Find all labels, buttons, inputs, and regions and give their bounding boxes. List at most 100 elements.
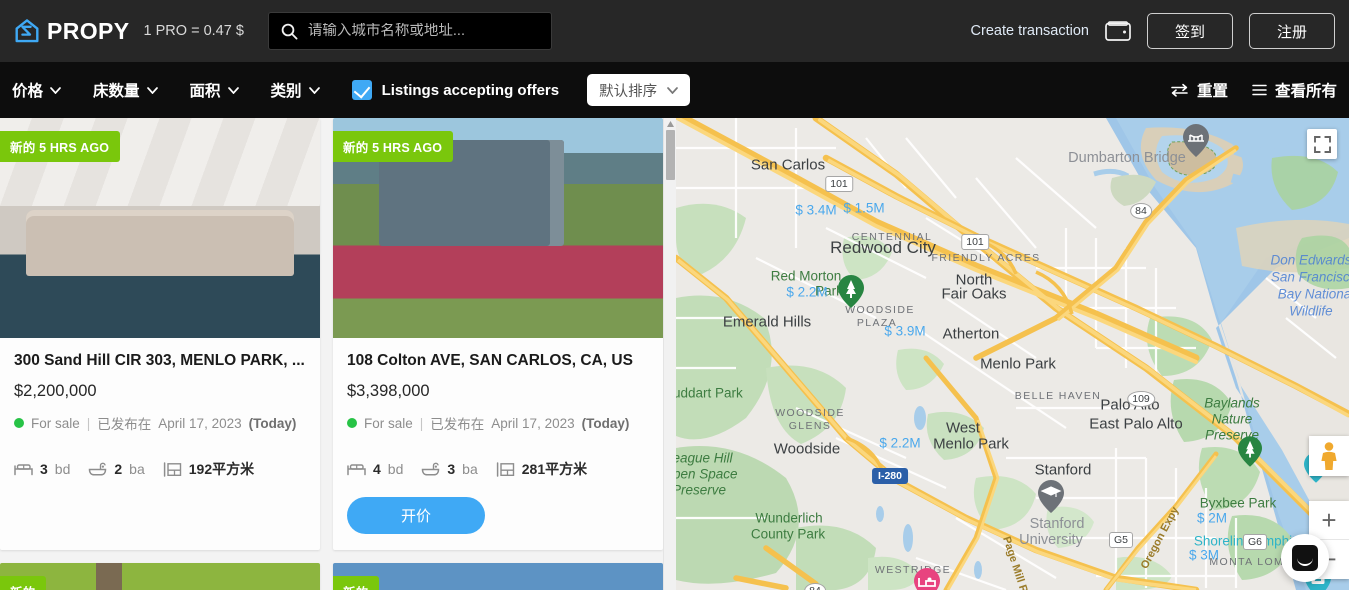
listings-grid: 新的 5 HRS AGO 300 Sand Hill CIR 303, MENL… <box>0 118 663 590</box>
list-item[interactable]: 新的 <box>0 563 320 590</box>
listing-specs: 3 bd 2 ba 192平方米 <box>14 459 306 479</box>
spec-beds: 4 bd <box>347 461 403 477</box>
spec-area: 281平方米 <box>496 459 587 479</box>
filter-beds[interactable]: 床数量 <box>93 79 158 101</box>
wallet-icon[interactable] <box>1105 20 1131 42</box>
logo-text: PROPY <box>47 17 130 44</box>
pro-rate: 1 PRO = 0.47 $ <box>143 23 244 39</box>
posted-today: (Today) <box>248 415 297 431</box>
bed-icon <box>14 464 33 476</box>
listing-photo[interactable]: 新的 <box>333 563 663 590</box>
view-all-button[interactable]: 查看所有 <box>1252 79 1337 101</box>
status-badge: 新的 <box>0 576 47 590</box>
filter-category-label: 类别 <box>270 83 302 100</box>
accepting-offers-label: Listings accepting offers <box>381 81 560 99</box>
house-logo-icon <box>15 19 39 43</box>
posted-date: April 17, 2023 <box>491 415 575 431</box>
list-item[interactable]: 新的 5 HRS AGO 300 Sand Hill CIR 303, MENL… <box>0 118 320 550</box>
listing-specs: 4 bd 3 ba 281平方米 <box>347 459 649 479</box>
posted-prefix: 已发布在 <box>97 417 152 432</box>
spec-baths: 3 ba <box>421 461 478 477</box>
listing-title[interactable]: 300 Sand Hill CIR 303, MENLO PARK, ... <box>14 352 306 370</box>
filter-beds-label: 床数量 <box>93 83 140 100</box>
listing-details: 300 Sand Hill CIR 303, MENLO PARK, ... $… <box>0 338 320 495</box>
divider: | <box>86 415 91 431</box>
bath-icon <box>89 462 107 476</box>
view-all-label: 查看所有 <box>1274 83 1337 100</box>
status-text: For sale <box>364 415 413 431</box>
listing-photo[interactable]: 新的 5 HRS AGO <box>0 118 320 338</box>
filterbar-actions: 重置 查看所有 <box>1170 79 1337 101</box>
swap-arrows-icon <box>1171 83 1188 97</box>
sort-value: 默认排序 <box>599 83 658 100</box>
listings-scrollbar[interactable] <box>663 118 676 590</box>
baths-count: 3 <box>447 461 456 477</box>
status-badge: 新的 <box>333 576 380 590</box>
beds-count: 3 <box>40 461 48 477</box>
floorplan-icon <box>163 461 181 477</box>
create-transaction-link[interactable]: Create transaction <box>971 23 1089 39</box>
filter-area[interactable]: 面积 <box>190 79 239 101</box>
chat-widget-button[interactable] <box>1281 534 1329 582</box>
scrollbar-thumb[interactable] <box>666 130 675 180</box>
map-zoom-in-button[interactable]: + <box>1309 501 1349 540</box>
street-view-pegman-icon <box>1321 442 1337 470</box>
filter-bar: 价格 床数量 面积 类别 Listings accepting offers 默… <box>0 62 1349 118</box>
map-street-view-button[interactable] <box>1309 436 1349 476</box>
reset-label: 重置 <box>1196 83 1228 100</box>
listing-status: For sale | 已发布在 April 17, 2023 (Today) <box>14 413 306 433</box>
bath-icon <box>422 462 440 476</box>
map-basemap <box>676 118 1349 590</box>
spec-area: 192平方米 <box>163 459 254 479</box>
status-badge: 新的 5 HRS AGO <box>0 131 121 162</box>
filter-area-label: 面积 <box>189 83 221 100</box>
make-offer-button[interactable]: 开价 <box>347 497 485 534</box>
chevron-down-icon <box>146 86 158 94</box>
content-area: 新的 5 HRS AGO 300 Sand Hill CIR 303, MENL… <box>0 118 1349 590</box>
baths-unit: ba <box>462 461 478 477</box>
search-box[interactable] <box>267 12 552 50</box>
floorplan-icon <box>496 461 514 477</box>
search-icon <box>281 23 298 40</box>
divider: | <box>419 415 424 431</box>
chevron-down-icon <box>308 86 320 94</box>
listing-title[interactable]: 108 Colton AVE, SAN CARLOS, CA, US <box>347 352 649 370</box>
beds-unit: bd <box>54 461 71 477</box>
filter-price[interactable]: 价格 <box>12 79 61 101</box>
list-item[interactable]: 新的 5 HRS AGO 108 Colton AVE, SAN CARLOS,… <box>333 118 663 550</box>
reset-filters-button[interactable]: 重置 <box>1170 79 1228 101</box>
propy-app: PROPY 1 PRO = 0.47 $ Create transaction … <box>0 0 1349 590</box>
fullscreen-icon <box>1313 135 1331 153</box>
status-text: For sale <box>31 415 80 431</box>
logo[interactable]: PROPY <box>14 18 130 45</box>
filter-category[interactable]: 类别 <box>271 79 320 101</box>
posted-date: April 17, 2023 <box>158 415 242 431</box>
search-input[interactable] <box>307 23 539 39</box>
listing-photo[interactable]: 新的 5 HRS AGO <box>333 118 663 338</box>
baths-count: 2 <box>114 461 123 477</box>
map-panel[interactable]: Belmont San Carlos Redwood City Emerald … <box>676 118 1349 590</box>
list-icon <box>1252 84 1267 96</box>
list-item[interactable]: 新的 <box>333 563 663 590</box>
signin-button[interactable]: 签到 <box>1147 13 1233 49</box>
bed-icon <box>347 464 366 476</box>
beds-count: 4 <box>373 461 381 477</box>
chevron-down-icon <box>667 86 678 94</box>
listing-status: For sale | 已发布在 April 17, 2023 (Today) <box>347 413 649 433</box>
sort-select[interactable]: 默认排序 <box>587 74 691 106</box>
status-badge: 新的 5 HRS AGO <box>333 131 454 162</box>
listing-photo[interactable]: 新的 <box>0 563 320 590</box>
area-value: 281平方米 <box>521 461 588 477</box>
spec-beds: 3 bd <box>14 461 70 477</box>
map-fullscreen-button[interactable] <box>1307 129 1337 159</box>
signup-button[interactable]: 注册 <box>1249 13 1335 49</box>
status-dot-icon <box>347 418 357 428</box>
accepting-offers-checkbox[interactable]: Listings accepting offers <box>351 80 560 100</box>
chevron-down-icon <box>50 86 61 94</box>
posted-today: (Today) <box>581 415 630 431</box>
scroll-up-arrow-icon[interactable] <box>666 120 675 128</box>
area-value: 192平方米 <box>188 461 255 477</box>
header-actions: Create transaction 签到 注册 <box>971 13 1335 49</box>
chevron-down-icon <box>227 86 239 94</box>
listing-price: $3,398,000 <box>347 382 430 400</box>
